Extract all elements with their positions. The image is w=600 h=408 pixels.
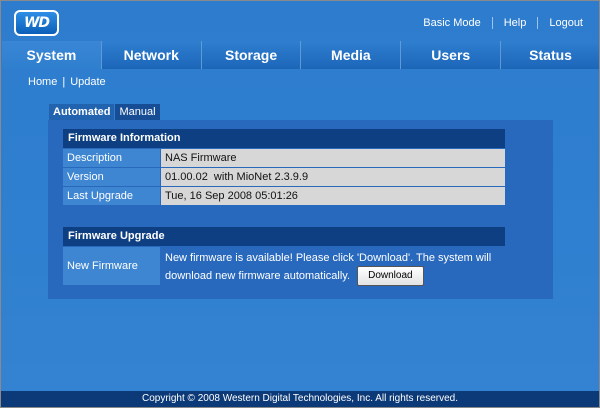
update-subtabs: Automated Manual [49,104,160,120]
top-links: Basic Mode Help Logout [423,17,583,29]
table-row: Description NAS Firmware [63,149,505,167]
table-row: Version 01.00.02 with MioNet 2.3.9.9 [63,168,505,186]
footer-copyright: Copyright © 2008 Western Digital Technol… [1,391,599,407]
subtab-automated[interactable]: Automated [49,104,115,120]
wd-logo: WD [14,10,59,36]
update-panel: Firmware Information Description NAS Fir… [48,120,553,299]
row-label: Version [63,168,160,186]
tab-status[interactable]: Status [501,41,599,69]
tab-network[interactable]: Network [101,41,202,69]
upgrade-message: New firmware is available! Please click … [165,252,492,282]
row-value: New firmware is available! Please click … [161,247,505,286]
app-window: WD Basic Mode Help Logout System Network… [0,0,600,408]
breadcrumb-home[interactable]: Home [28,76,57,88]
table-row: New Firmware New firmware is available! … [63,247,505,286]
row-value: 01.00.02 with MioNet 2.3.9.9 [161,168,505,186]
main-nav-tabs: System Network Storage Media Users Statu… [2,41,599,69]
row-label: Last Upgrade [63,187,160,205]
download-button[interactable]: Download [357,266,424,286]
section-title: Firmware Information [63,129,505,148]
row-label: Description [63,149,160,167]
basic-mode-link[interactable]: Basic Mode [423,17,480,29]
firmware-upgrade-table: Firmware Upgrade New Firmware New firmwa… [63,227,505,286]
table-row: Last Upgrade Tue, 16 Sep 2008 05:01:26 [63,187,505,205]
tab-system[interactable]: System [2,41,102,69]
firmware-information-table: Firmware Information Description NAS Fir… [63,129,505,205]
row-value: Tue, 16 Sep 2008 05:01:26 [161,187,505,205]
breadcrumb: Home | Update [28,76,106,88]
breadcrumb-update[interactable]: Update [70,76,105,88]
divider [537,17,539,29]
row-label: New Firmware [63,247,160,285]
divider [491,17,493,29]
row-value: NAS Firmware [161,149,505,167]
subtab-manual[interactable]: Manual [115,104,160,120]
tab-storage[interactable]: Storage [201,41,302,69]
tab-media[interactable]: Media [301,41,402,69]
logout-link[interactable]: Logout [549,17,583,29]
section-title: Firmware Upgrade [63,227,505,246]
help-link[interactable]: Help [504,17,527,29]
breadcrumb-separator: | [62,76,66,88]
tab-users[interactable]: Users [401,41,502,69]
